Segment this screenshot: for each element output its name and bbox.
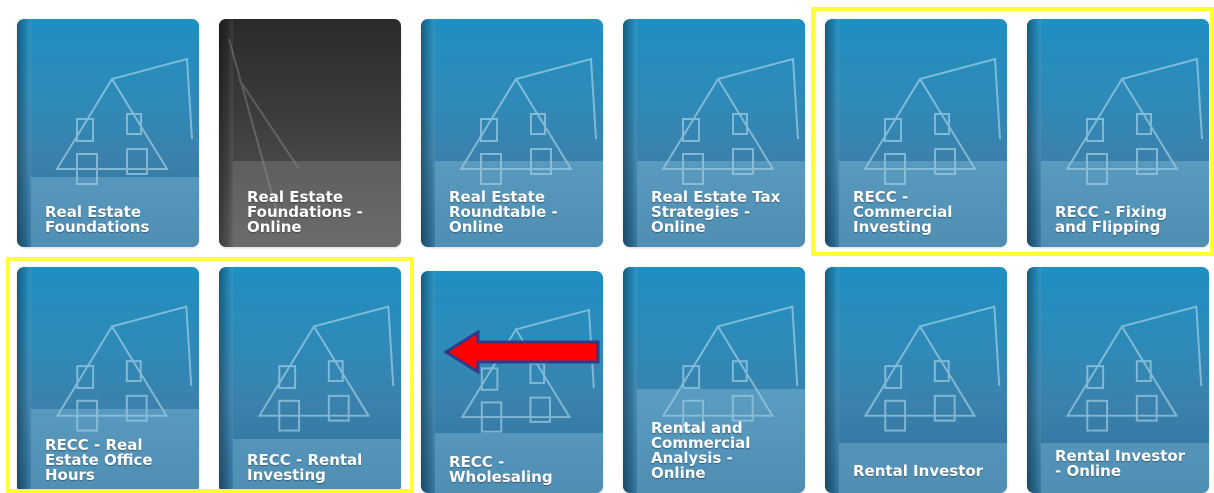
course-card-recc-wholesaling[interactable]: RECC - Wholesaling <box>421 271 603 493</box>
card-spine <box>825 267 839 493</box>
course-card-real-estate-foundations[interactable]: Real Estate Foundations <box>17 19 199 247</box>
course-card-rental-investor-online[interactable]: Rental Investor - Online <box>1027 267 1209 493</box>
card-label-band: Real Estate Roundtable - Online <box>435 161 603 247</box>
course-title: RECC - Commercial Investing <box>853 188 953 236</box>
course-card-recc-commercial-investing[interactable]: RECC - Commercial Investing <box>825 19 1007 247</box>
card-label-band: Rental Investor <box>839 443 1007 493</box>
card-spine <box>1027 19 1041 247</box>
card-label-band: RECC - Commercial Investing <box>839 161 1007 247</box>
card-spine <box>421 271 435 493</box>
course-card-rental-investor[interactable]: Rental Investor <box>825 267 1007 493</box>
course-card-recc-fixing-and-flipping[interactable]: RECC - Fixing and Flipping <box>1027 19 1209 247</box>
course-title: RECC - Fixing and Flipping <box>1055 203 1168 236</box>
course-card-real-estate-foundations-online[interactable]: Real Estate Foundations - Online <box>219 19 401 247</box>
card-label-band: Rental Investor - Online <box>1041 443 1209 493</box>
course-title: Real Estate Foundations - Online <box>247 188 363 236</box>
card-spine <box>825 19 839 247</box>
card-spine <box>219 267 233 493</box>
card-label-band: RECC - Real Estate Office Hours <box>31 409 199 493</box>
course-card-real-estate-tax-strategies-online[interactable]: Real Estate Tax Strategies - Online <box>623 19 805 247</box>
card-spine <box>17 19 31 247</box>
course-title: RECC - Wholesaling <box>449 453 553 486</box>
card-label-band: RECC - Wholesaling <box>435 433 603 493</box>
card-spine <box>623 19 637 247</box>
card-spine <box>421 19 435 247</box>
course-card-recc-rental-investing[interactable]: RECC - Rental Investing <box>219 267 401 493</box>
course-title: RECC - Real Estate Office Hours <box>45 436 153 484</box>
card-label-band: RECC - Rental Investing <box>233 439 401 493</box>
card-spine <box>1027 267 1041 493</box>
course-title: Real Estate Foundations <box>45 203 150 236</box>
course-title: Rental Investor - Online <box>1055 447 1186 480</box>
card-spine <box>219 19 233 247</box>
course-title: Real Estate Tax Strategies - Online <box>651 188 781 236</box>
card-label-band: Real Estate Foundations <box>31 177 199 247</box>
course-title: RECC - Rental Investing <box>247 451 363 484</box>
course-card-real-estate-roundtable-online[interactable]: Real Estate Roundtable - Online <box>421 19 603 247</box>
course-title: Real Estate Roundtable - Online <box>449 188 558 236</box>
card-label-band: Real Estate Tax Strategies - Online <box>637 161 805 247</box>
card-spine <box>17 267 31 493</box>
card-label-band: RECC - Fixing and Flipping <box>1041 161 1209 247</box>
course-card-rental-and-commercial-analysis-online[interactable]: Rental and Commercial Analysis - Online <box>623 267 805 493</box>
card-spine <box>623 267 637 493</box>
course-card-recc-real-estate-office-hours[interactable]: RECC - Real Estate Office Hours <box>17 267 199 493</box>
left-arrow-icon <box>444 330 600 374</box>
card-label-band: Real Estate Foundations - Online <box>233 161 401 247</box>
card-label-band: Rental and Commercial Analysis - Online <box>637 389 805 493</box>
course-title: Rental Investor <box>853 462 984 480</box>
course-title: Rental and Commercial Analysis - Online <box>651 419 751 482</box>
